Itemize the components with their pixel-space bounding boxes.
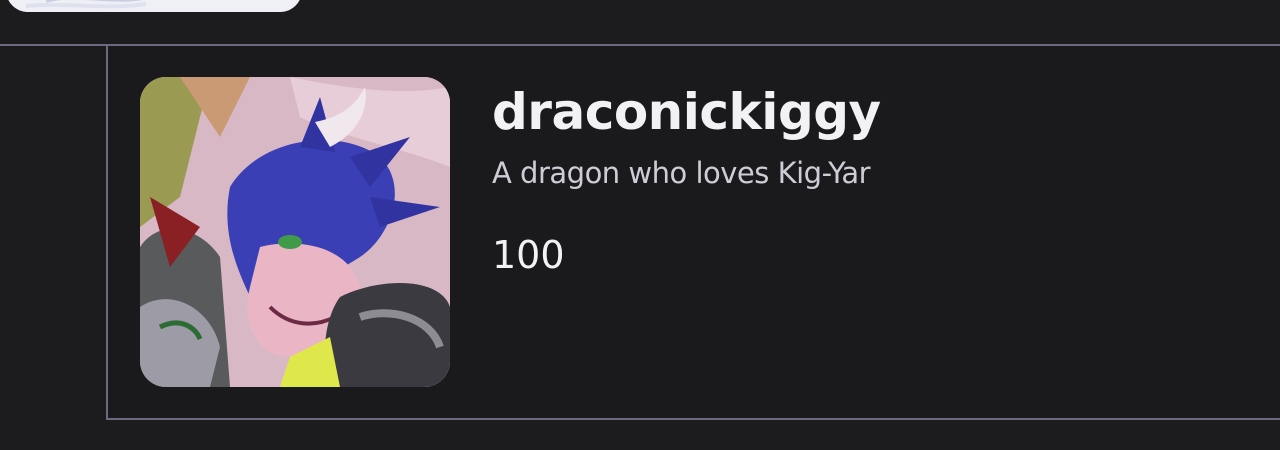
profile-username[interactable]: draconickiggy [492,80,1252,144]
profile-list-page: draconickiggy A dragon who loves Kig-Yar… [0,0,1280,450]
profile-bio: A dragon who loves Kig-Yar [492,156,871,190]
profile-info: draconickiggy A dragon who loves Kig-Yar… [492,80,1252,280]
avatar-image-icon [6,0,302,12]
profile-count: 100 [492,233,565,277]
previous-avatar-image[interactable] [6,0,302,12]
profile-avatar[interactable] [140,77,450,387]
dragon-avatar-icon [140,77,450,387]
